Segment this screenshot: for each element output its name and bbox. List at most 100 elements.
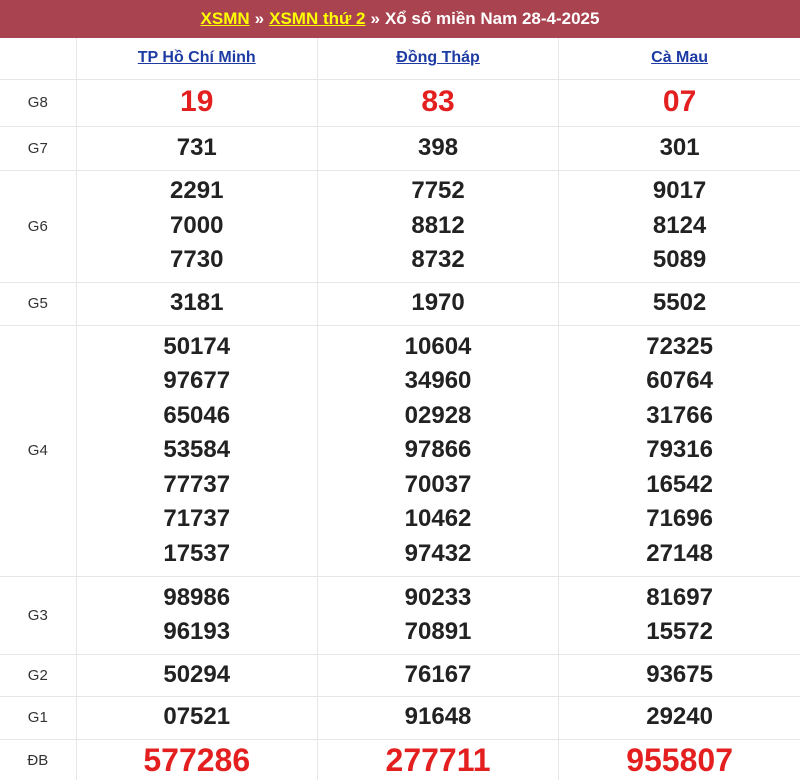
prize-number: 29240 xyxy=(646,703,713,731)
prize-row-g3: G3 98986 96193 90233 70891 81697 15572 xyxy=(0,575,800,655)
prize-row-db: ĐB 577286 277711 955807 xyxy=(0,738,800,780)
prize-cell: 5502 xyxy=(558,281,800,326)
prize-cell: 50174 97677 65046 53584 77737 71737 17537 xyxy=(75,324,318,577)
prize-number: 10462 xyxy=(404,505,472,533)
prize-row-g2: G2 50294 76167 93675 xyxy=(0,653,800,697)
prize-cell: 91648 xyxy=(316,695,560,740)
prize-number: 34960 xyxy=(404,367,472,395)
prize-number: 8124 xyxy=(652,211,707,239)
prize-number: 72325 xyxy=(646,332,713,360)
prize-cell: 3181 xyxy=(75,281,318,326)
prize-cell: 07521 xyxy=(75,695,318,740)
results-header: XSMN » XSMN thứ 2 » Xổ số miền Nam 28-4-… xyxy=(0,0,800,38)
prize-number: 9017 xyxy=(652,177,707,205)
prize-number: 71737 xyxy=(163,505,231,533)
prize-number: 81697 xyxy=(646,583,713,611)
prize-cell: 7752 8812 8732 xyxy=(316,169,560,283)
prize-number: 8732 xyxy=(411,246,465,274)
prize-cell: 577286 xyxy=(75,738,318,780)
prize-label: G5 xyxy=(0,281,77,326)
province-header-row: TP Hồ Chí Minh Đồng Tháp Cà Mau xyxy=(0,38,800,80)
breadcrumb-separator: » xyxy=(370,9,380,28)
prize-number: 2291 xyxy=(170,177,224,205)
prize-number: 02928 xyxy=(404,401,472,429)
prize-cell: 50294 xyxy=(75,653,318,697)
province-link-ca-mau[interactable]: Cà Mau xyxy=(651,49,708,66)
prize-number: 7000 xyxy=(170,211,224,239)
prize-number: 70891 xyxy=(404,618,472,645)
prize-number: 3181 xyxy=(170,289,224,317)
prize-number: 07521 xyxy=(163,703,231,731)
prize-cell: 29240 xyxy=(558,695,800,740)
prize-number: 8812 xyxy=(411,211,465,239)
prize-number: 277711 xyxy=(385,742,491,779)
breadcrumb-separator: » xyxy=(254,9,265,28)
prize-number: 731 xyxy=(176,133,217,161)
prize-number: 15572 xyxy=(646,618,713,645)
prize-number: 96193 xyxy=(163,618,231,645)
prize-label: G1 xyxy=(0,695,77,740)
prize-cell: 731 xyxy=(75,125,318,171)
prize-number: 07 xyxy=(662,85,697,119)
prize-cell: 10604 34960 02928 97866 70037 10462 97432 xyxy=(316,324,560,577)
prize-number: 76167 xyxy=(404,660,472,688)
province-link-ho-chi-minh[interactable]: TP Hồ Chí Minh xyxy=(138,49,256,66)
prize-row-g8: G8 19 83 07 xyxy=(0,78,800,127)
xsmn-link[interactable]: XSMN xyxy=(201,9,250,29)
prize-label: G7 xyxy=(0,125,77,171)
prize-cell: 277711 xyxy=(316,738,560,780)
prize-cell: 76167 xyxy=(316,653,560,697)
province-link-dong-thap[interactable]: Đồng Tháp xyxy=(396,49,480,66)
prize-number: 7752 xyxy=(411,177,465,205)
prize-number: 398 xyxy=(418,133,459,161)
prize-label: G2 xyxy=(0,653,77,697)
prize-cell: 07 xyxy=(558,78,800,127)
results-title: Xổ số miền Nam 28-4-2025 xyxy=(384,9,600,28)
prize-cell: 98986 96193 xyxy=(75,575,318,655)
prize-number: 90233 xyxy=(404,583,472,611)
prize-cell: 398 xyxy=(316,125,560,171)
prize-number: 301 xyxy=(659,133,700,161)
prize-row-g4: G4 50174 97677 65046 53584 77737 71737 17537 106… xyxy=(0,324,800,577)
prize-cell: 90233 70891 xyxy=(316,575,560,655)
prize-row-g5: G5 3181 1970 5502 xyxy=(0,281,800,326)
prize-row-g1: G1 07521 91648 29240 xyxy=(0,695,800,740)
prize-number: 97866 xyxy=(404,436,472,464)
prize-number: 60764 xyxy=(646,367,713,395)
prize-number: 93675 xyxy=(646,660,713,688)
prize-cell: 301 xyxy=(558,125,800,171)
prize-number: 53584 xyxy=(163,436,231,464)
prize-label: G4 xyxy=(0,324,77,577)
prize-cell: 9017 8124 5089 xyxy=(558,169,800,283)
prize-number: 50294 xyxy=(163,660,231,688)
prize-number: 79316 xyxy=(646,436,713,464)
prize-number: 5089 xyxy=(652,246,707,274)
prize-number: 19 xyxy=(180,85,214,119)
prize-label: G3 xyxy=(0,575,77,655)
prize-number: 5502 xyxy=(652,289,707,317)
prize-row-g6: G6 2291 7000 7730 7752 8812 8732 9017 8124 5089 xyxy=(0,169,800,283)
prize-number: 16542 xyxy=(646,470,713,498)
prize-number: 577286 xyxy=(143,742,251,779)
prize-number: 65046 xyxy=(163,401,231,429)
prize-label: ĐB xyxy=(0,738,77,780)
prize-number: 97677 xyxy=(163,367,231,395)
prize-number: 10604 xyxy=(404,332,472,360)
prize-row-g7: G7 731 398 301 xyxy=(0,125,800,171)
prize-label: G6 xyxy=(0,169,77,283)
prize-number: 955807 xyxy=(626,742,733,779)
prize-cell: 93675 xyxy=(558,653,800,697)
prize-number: 27148 xyxy=(646,539,713,567)
prize-number: 98986 xyxy=(163,583,231,611)
prize-number: 91648 xyxy=(404,703,472,731)
prize-column-header xyxy=(0,38,77,80)
xsmn-monday-link[interactable]: XSMN thứ 2 xyxy=(269,9,365,29)
prize-cell: 81697 15572 xyxy=(558,575,800,655)
prize-number: 7730 xyxy=(170,246,224,274)
prize-cell: 19 xyxy=(75,78,318,127)
prize-cell: 1970 xyxy=(316,281,560,326)
prize-number: 17537 xyxy=(163,539,231,567)
prize-number: 50174 xyxy=(163,332,231,360)
prize-number: 77737 xyxy=(163,470,231,498)
prize-number: 83 xyxy=(421,85,455,119)
